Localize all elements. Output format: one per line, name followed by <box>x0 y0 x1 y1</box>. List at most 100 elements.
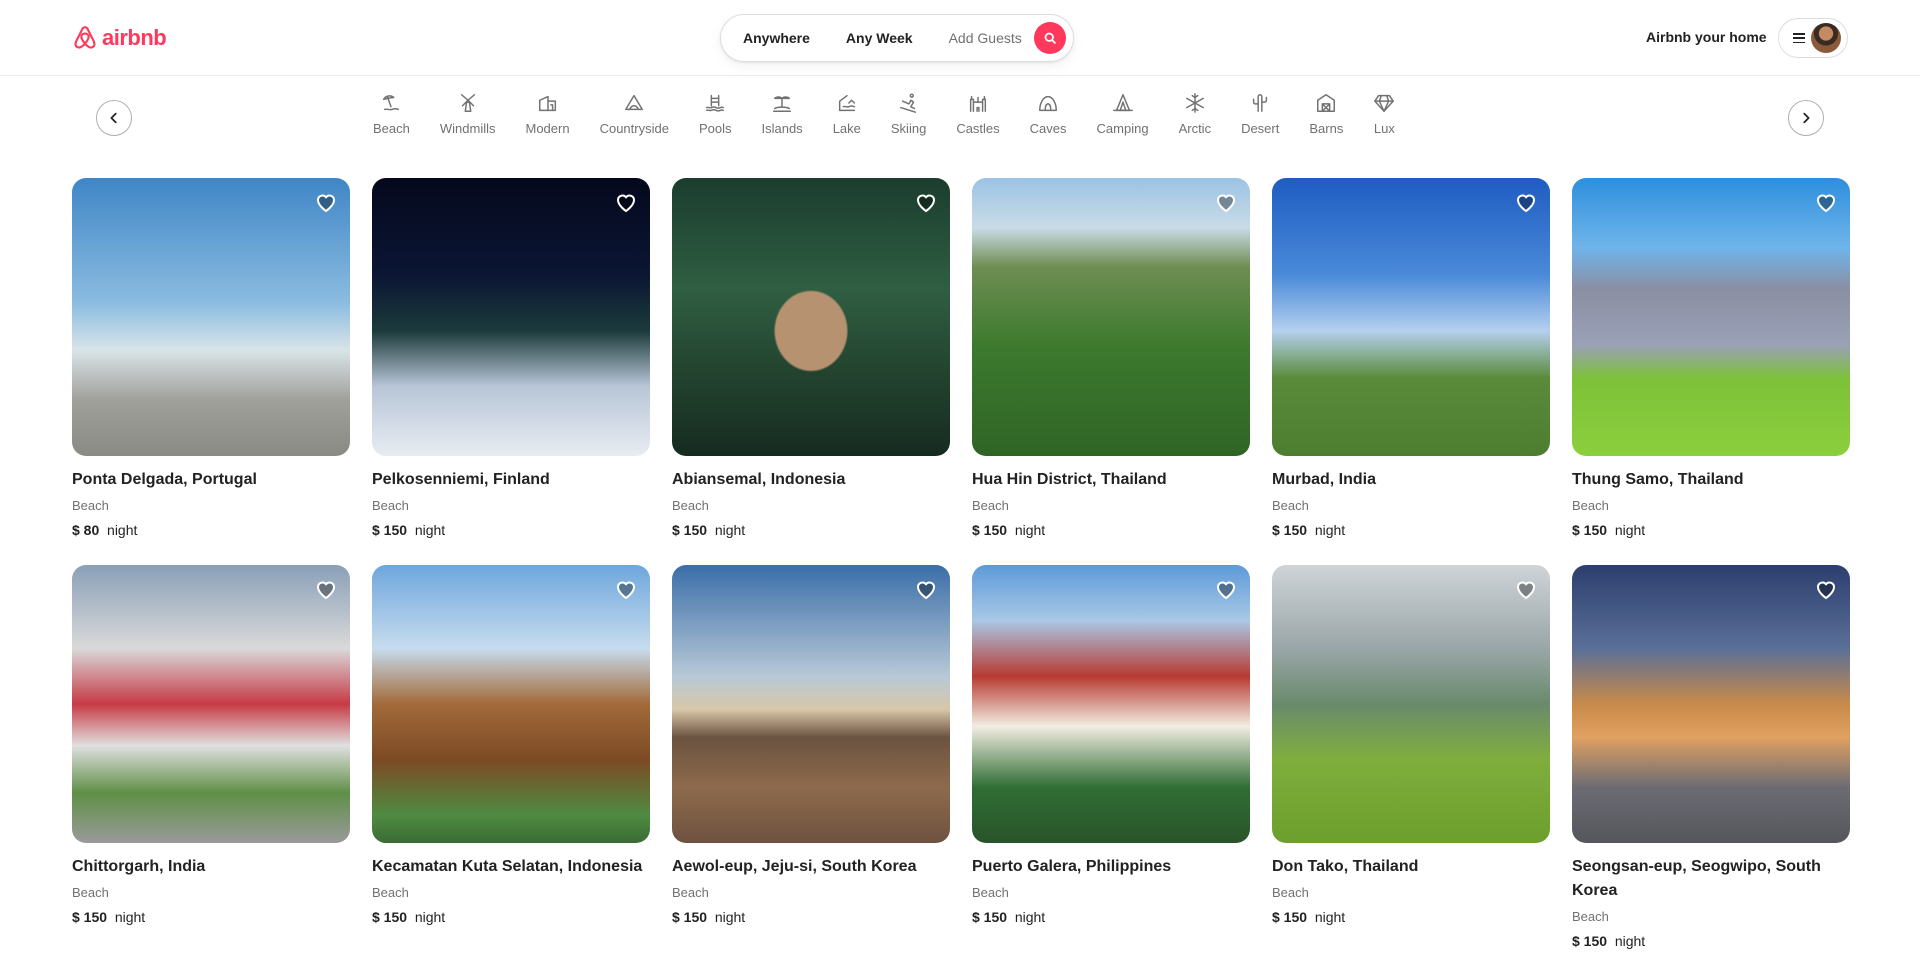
listing-photo[interactable] <box>72 565 350 843</box>
wishlist-heart-button[interactable] <box>1514 190 1538 214</box>
listing-photo[interactable] <box>372 565 650 843</box>
category-barns[interactable]: Barns <box>1294 92 1358 152</box>
listing-card[interactable]: Aewol-eup, Jeju-si, South Korea Beach $ … <box>672 565 950 952</box>
category-label: Caves <box>1029 121 1067 136</box>
search-icon <box>1044 32 1056 44</box>
category-modern[interactable]: Modern <box>511 92 585 152</box>
price-unit: night <box>414 522 446 538</box>
castle-icon <box>969 95 987 112</box>
listing-photo[interactable] <box>1572 565 1850 843</box>
listing-photo[interactable] <box>672 178 950 456</box>
listing-category: Beach <box>72 885 109 900</box>
wishlist-heart-button[interactable] <box>614 577 638 601</box>
listing-location: Aewol-eup, Jeju-si, South Korea <box>672 858 917 875</box>
listing-card[interactable]: Hua Hin District, Thailand Beach $ 150 n… <box>972 178 1250 541</box>
listing-price: $ 150 night <box>1572 519 1850 541</box>
category-label: Beach <box>373 121 410 136</box>
heart-icon <box>916 581 936 600</box>
listing-photo[interactable] <box>972 565 1250 843</box>
category-countryside[interactable]: Countryside <box>585 92 684 152</box>
price-unit: night <box>1314 522 1346 538</box>
listing-card[interactable]: Kecamatan Kuta Selatan, Indonesia Beach … <box>372 565 650 952</box>
listing-photo[interactable] <box>972 178 1250 456</box>
category-arctic[interactable]: Arctic <box>1164 92 1227 152</box>
wishlist-heart-button[interactable] <box>314 577 338 601</box>
listing-price: $ 150 night <box>972 906 1250 928</box>
listing-card[interactable]: Seongsan-eup, Seogwipo, South Korea Beac… <box>1572 565 1850 952</box>
price-unit: night <box>714 909 746 925</box>
airbnb-your-home-link[interactable]: Airbnb your home <box>1646 29 1767 45</box>
modern-house-icon <box>538 95 556 112</box>
category-label: Modern <box>525 121 570 136</box>
search-bar[interactable]: Anywhere Any Week Add Guests <box>720 14 1074 62</box>
listing-location: Seongsan-eup, Seogwipo, South Korea <box>1572 858 1821 899</box>
category-castles[interactable]: Castles <box>941 92 1014 152</box>
category-camping[interactable]: Camping <box>1082 92 1164 152</box>
listing-photo[interactable] <box>72 178 350 456</box>
listing-location: Murbad, India <box>1272 471 1376 488</box>
price-unit: night <box>714 522 746 538</box>
category-lake[interactable]: Lake <box>818 92 876 152</box>
listing-card[interactable]: Thung Samo, Thailand Beach $ 150 night <box>1572 178 1850 541</box>
listing-card[interactable]: Chittorgarh, India Beach $ 150 night <box>72 565 350 952</box>
windmill-icon <box>460 94 475 112</box>
category-desert[interactable]: Desert <box>1226 92 1294 152</box>
listing-photo[interactable] <box>1572 178 1850 456</box>
listing-location: Hua Hin District, Thailand <box>972 471 1167 488</box>
wishlist-heart-button[interactable] <box>1214 190 1238 214</box>
listing-card[interactable]: Abiansemal, Indonesia Beach $ 150 night <box>672 178 950 541</box>
price-amount: $ 150 <box>1272 909 1308 925</box>
wishlist-heart-button[interactable] <box>914 577 938 601</box>
heart-icon <box>1816 194 1836 213</box>
category-caves[interactable]: Caves <box>1015 92 1082 152</box>
search-button[interactable] <box>1033 22 1066 54</box>
heart-icon <box>316 581 336 600</box>
wishlist-heart-button[interactable] <box>1814 190 1838 214</box>
lake-icon <box>838 94 855 112</box>
search-add-guests[interactable]: Add Guests <box>931 30 1032 46</box>
listing-card[interactable]: Puerto Galera, Philippines Beach $ 150 n… <box>972 565 1250 952</box>
chevron-right-icon <box>1803 112 1810 124</box>
category-scroll-right-button[interactable] <box>1788 100 1824 136</box>
airbnb-logo[interactable]: airbnb <box>72 24 167 52</box>
listing-photo[interactable] <box>1272 178 1550 456</box>
listing-price: $ 150 night <box>1572 930 1850 952</box>
category-label: Countryside <box>599 121 669 136</box>
listing-card[interactable]: Ponta Delgada, Portugal Beach $ 80 night <box>72 178 350 541</box>
search-anywhere[interactable]: Anywhere <box>721 30 828 46</box>
wishlist-heart-button[interactable] <box>914 190 938 214</box>
listing-card[interactable]: Murbad, India Beach $ 150 night <box>1272 178 1550 541</box>
price-amount: $ 150 <box>972 522 1008 538</box>
category-scroll-left-button[interactable] <box>96 100 132 136</box>
category-islands[interactable]: Islands <box>746 92 817 152</box>
beach-icon <box>383 95 400 111</box>
user-menu-button[interactable] <box>1778 18 1848 58</box>
price-amount: $ 80 <box>72 522 100 538</box>
listing-price: $ 80 night <box>72 519 350 541</box>
listing-photo[interactable] <box>1272 565 1550 843</box>
category-label: Lux <box>1373 121 1395 136</box>
listing-category: Beach <box>972 885 1009 900</box>
listing-category: Beach <box>1272 885 1309 900</box>
listing-photo[interactable] <box>372 178 650 456</box>
wishlist-heart-button[interactable] <box>1514 577 1538 601</box>
category-beach[interactable]: Beach <box>358 92 425 152</box>
wishlist-heart-button[interactable] <box>1814 577 1838 601</box>
search-any-week[interactable]: Any Week <box>828 30 931 46</box>
category-skiing[interactable]: Skiing <box>876 92 941 152</box>
wishlist-heart-button[interactable] <box>614 190 638 214</box>
category-label: Windmills <box>439 121 496 136</box>
listing-card[interactable]: Don Tako, Thailand Beach $ 150 night <box>1272 565 1550 952</box>
wishlist-heart-button[interactable] <box>314 190 338 214</box>
price-unit: night <box>1614 933 1646 949</box>
wishlist-heart-button[interactable] <box>1214 577 1238 601</box>
listing-category: Beach <box>72 498 109 513</box>
listing-location: Pelkosenniemi, Finland <box>372 471 550 488</box>
category-windmills[interactable]: Windmills <box>425 92 511 152</box>
listing-category: Beach <box>372 498 409 513</box>
listing-card[interactable]: Pelkosenniemi, Finland Beach $ 150 night <box>372 178 650 541</box>
barn-icon <box>1317 94 1336 112</box>
listing-photo[interactable] <box>672 565 950 843</box>
category-lux[interactable]: Lux <box>1358 92 1410 152</box>
category-pools[interactable]: Pools <box>684 92 747 152</box>
